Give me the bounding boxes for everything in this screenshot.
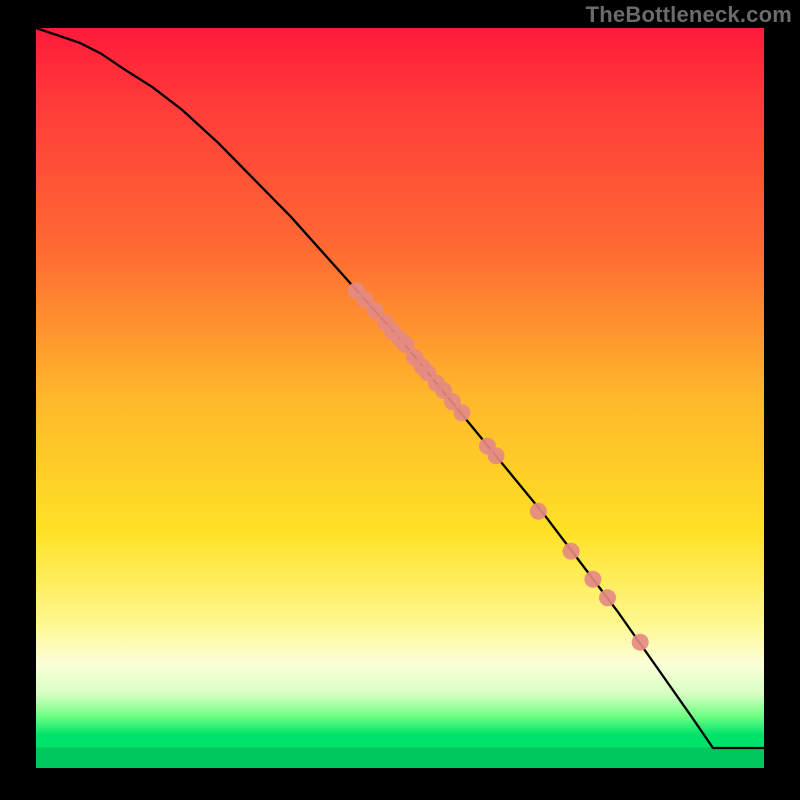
marker-points	[348, 282, 649, 651]
chart-frame: TheBottleneck.com	[0, 0, 800, 800]
marker-point	[599, 589, 616, 606]
marker-point	[530, 503, 547, 520]
marker-point	[563, 543, 580, 560]
marker-point	[488, 447, 505, 464]
marker-point	[632, 634, 649, 651]
attribution-label: TheBottleneck.com	[586, 2, 792, 28]
marker-point	[453, 404, 470, 421]
marker-point	[584, 571, 601, 588]
plot-overlay-svg	[36, 28, 764, 768]
curve-line	[36, 28, 764, 748]
plot-area	[36, 28, 764, 768]
